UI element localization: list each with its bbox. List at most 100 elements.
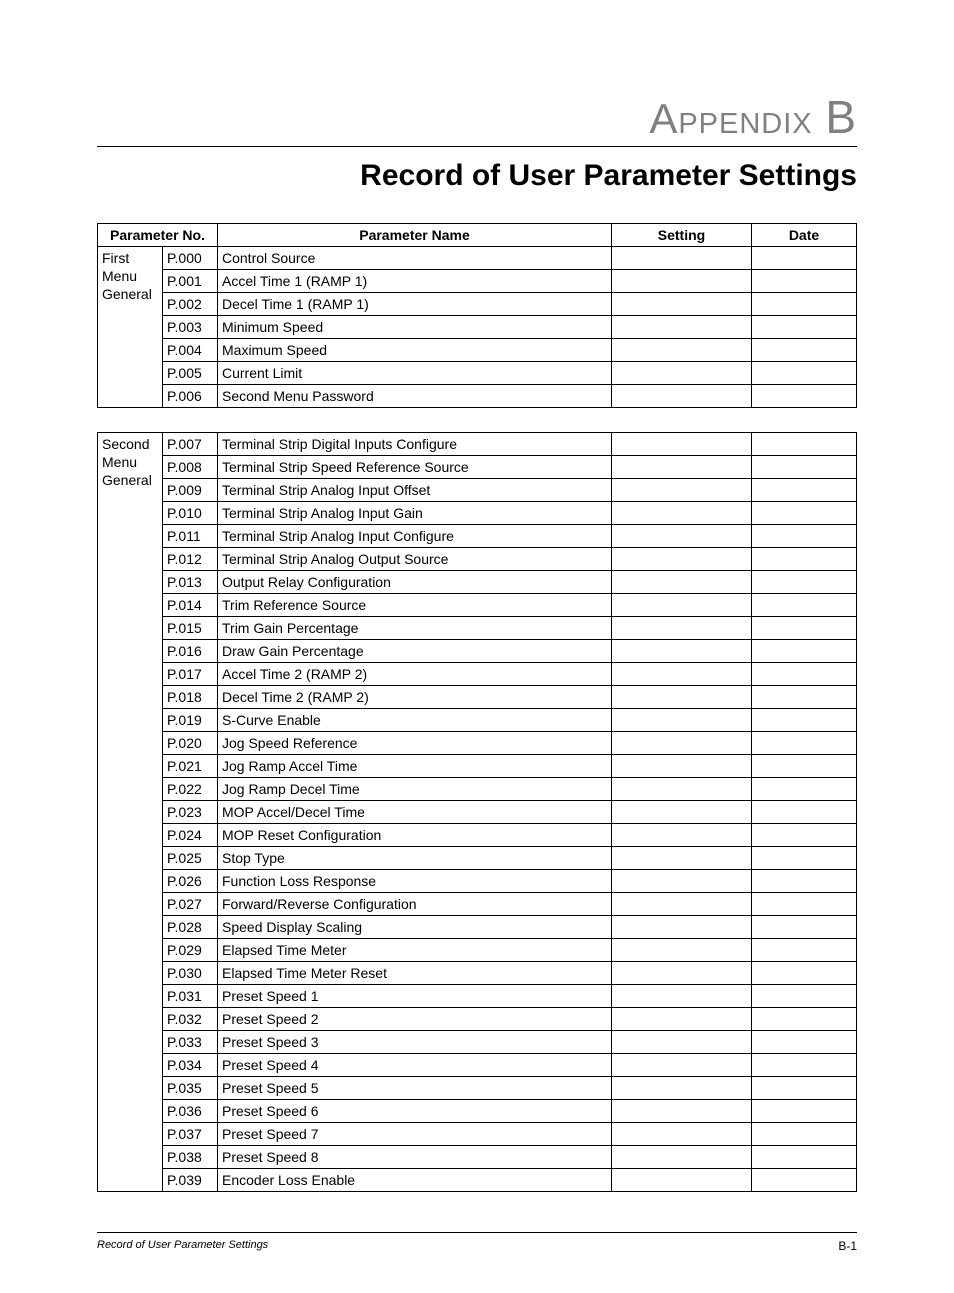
table-row: P.014Trim Reference Source	[98, 594, 857, 617]
table-row: P.008Terminal Strip Speed Reference Sour…	[98, 456, 857, 479]
table-row: P.032Preset Speed 2	[98, 1008, 857, 1031]
cell-date	[752, 270, 857, 293]
header-param-name: Parameter Name	[218, 224, 612, 247]
cell-date	[752, 663, 857, 686]
cell-setting	[612, 755, 752, 778]
table-row: P.005Current Limit	[98, 362, 857, 385]
cell-param-no: P.004	[163, 339, 218, 362]
cell-date	[752, 502, 857, 525]
cell-date	[752, 985, 857, 1008]
cell-date	[752, 293, 857, 316]
cell-param-no: P.033	[163, 1031, 218, 1054]
page-footer: Record of User Parameter Settings B-1	[97, 1232, 857, 1253]
table-row: P.022Jog Ramp Decel Time	[98, 778, 857, 801]
footer-left: Record of User Parameter Settings	[97, 1239, 268, 1253]
cell-param-no: P.001	[163, 270, 218, 293]
cell-setting	[612, 686, 752, 709]
cell-setting	[612, 640, 752, 663]
cell-date	[752, 548, 857, 571]
cell-param-name: Jog Speed Reference	[218, 732, 612, 755]
cell-setting	[612, 270, 752, 293]
cell-setting	[612, 1146, 752, 1169]
cell-param-no: P.031	[163, 985, 218, 1008]
table-row: P.034Preset Speed 4	[98, 1054, 857, 1077]
cell-setting	[612, 479, 752, 502]
cell-date	[752, 456, 857, 479]
cell-date	[752, 1008, 857, 1031]
cell-param-name: Control Source	[218, 247, 612, 270]
cell-param-name: Terminal Strip Speed Reference Source	[218, 456, 612, 479]
header-setting: Setting	[612, 224, 752, 247]
cell-param-no: P.007	[163, 433, 218, 456]
cell-param-name: Accel Time 2 (RAMP 2)	[218, 663, 612, 686]
cell-setting	[612, 732, 752, 755]
cell-date	[752, 525, 857, 548]
cell-date	[752, 939, 857, 962]
cell-setting	[612, 525, 752, 548]
cell-setting	[612, 939, 752, 962]
cell-param-name: Terminal Strip Digital Inputs Configure	[218, 433, 612, 456]
cell-date	[752, 617, 857, 640]
cell-param-name: MOP Reset Configuration	[218, 824, 612, 847]
cell-date	[752, 640, 857, 663]
table-row: P.001Accel Time 1 (RAMP 1)	[98, 270, 857, 293]
table-row: P.020Jog Speed Reference	[98, 732, 857, 755]
cell-param-name: Preset Speed 8	[218, 1146, 612, 1169]
table-row: SecondMenuGeneralP.007Terminal Strip Dig…	[98, 433, 857, 456]
cell-date	[752, 339, 857, 362]
cell-setting	[612, 1169, 752, 1192]
cell-param-no: P.012	[163, 548, 218, 571]
cell-date	[752, 709, 857, 732]
cell-param-name: Terminal Strip Analog Input Gain	[218, 502, 612, 525]
cell-param-name: Encoder Loss Enable	[218, 1169, 612, 1192]
table-row: P.026Function Loss Response	[98, 870, 857, 893]
table-row: P.037Preset Speed 7	[98, 1123, 857, 1146]
cell-date	[752, 433, 857, 456]
cell-param-name: Maximum Speed	[218, 339, 612, 362]
cell-date	[752, 594, 857, 617]
cell-setting	[612, 316, 752, 339]
cell-param-name: Decel Time 2 (RAMP 2)	[218, 686, 612, 709]
cell-date	[752, 962, 857, 985]
cell-param-no: P.032	[163, 1008, 218, 1031]
cell-setting	[612, 293, 752, 316]
cell-setting	[612, 663, 752, 686]
cell-param-name: Jog Ramp Accel Time	[218, 755, 612, 778]
cell-setting	[612, 456, 752, 479]
cell-param-name: Preset Speed 1	[218, 985, 612, 1008]
cell-param-no: P.014	[163, 594, 218, 617]
cell-setting	[612, 801, 752, 824]
cell-param-name: Terminal Strip Analog Input Offset	[218, 479, 612, 502]
cell-setting	[612, 1031, 752, 1054]
cell-param-no: P.015	[163, 617, 218, 640]
cell-param-no: P.026	[163, 870, 218, 893]
cell-param-no: P.017	[163, 663, 218, 686]
table-row: P.039Encoder Loss Enable	[98, 1169, 857, 1192]
cell-setting	[612, 1008, 752, 1031]
cell-param-name: Minimum Speed	[218, 316, 612, 339]
cell-setting	[612, 433, 752, 456]
cell-param-no: P.011	[163, 525, 218, 548]
table-row: P.012Terminal Strip Analog Output Source	[98, 548, 857, 571]
cell-param-name: Elapsed Time Meter Reset	[218, 962, 612, 985]
table-row: P.006Second Menu Password	[98, 385, 857, 408]
cell-setting	[612, 247, 752, 270]
cell-date	[752, 824, 857, 847]
cell-param-no: P.039	[163, 1169, 218, 1192]
table-row: P.004Maximum Speed	[98, 339, 857, 362]
table-gap	[97, 408, 857, 432]
cell-setting	[612, 870, 752, 893]
cell-setting	[612, 385, 752, 408]
cell-param-name: Jog Ramp Decel Time	[218, 778, 612, 801]
table-row: P.035Preset Speed 5	[98, 1077, 857, 1100]
cell-param-name: Elapsed Time Meter	[218, 939, 612, 962]
cell-setting	[612, 1054, 752, 1077]
cell-param-no: P.034	[163, 1054, 218, 1077]
cell-param-no: P.003	[163, 316, 218, 339]
cell-param-name: Function Loss Response	[218, 870, 612, 893]
footer-right: B-1	[838, 1239, 857, 1253]
cell-setting	[612, 571, 752, 594]
cell-setting	[612, 893, 752, 916]
table-row: P.019S-Curve Enable	[98, 709, 857, 732]
table-row: P.010Terminal Strip Analog Input Gain	[98, 502, 857, 525]
